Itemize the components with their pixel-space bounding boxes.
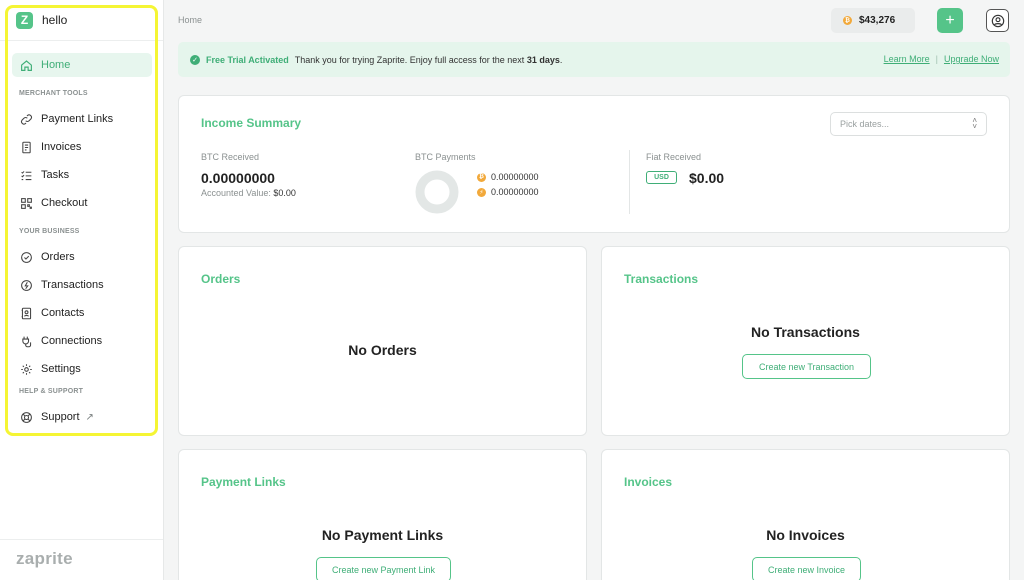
external-link-icon: ↗	[85, 411, 94, 423]
sidebar-item-invoices[interactable]: Invoices	[12, 135, 152, 159]
btc-lightning-value: 0.00000000	[491, 187, 539, 197]
accounted-value: Accounted Value: $0.00	[201, 188, 296, 198]
card-title: Transactions	[624, 272, 699, 286]
plug-icon	[19, 334, 33, 348]
orders-card: Orders No Orders	[178, 246, 587, 436]
sidebar-item-label: Settings	[41, 363, 81, 375]
bitcoin-icon: ₿	[477, 172, 486, 182]
sidebar-item-label: Orders	[41, 251, 75, 263]
sidebar-item-label: Transactions	[41, 279, 104, 291]
create-transaction-button[interactable]: Create new Transaction	[742, 354, 871, 379]
divider	[0, 539, 163, 540]
banner-period: .	[559, 54, 563, 65]
task-list-icon	[19, 168, 33, 182]
section-help-support: HELP & SUPPORT	[19, 388, 84, 395]
empty-state-text: No Invoices	[766, 527, 845, 543]
link-separator: |	[935, 54, 938, 64]
empty-state-text: No Transactions	[751, 324, 860, 340]
transactions-card: Transactions No Transactions Create new …	[601, 246, 1010, 436]
fiat-received-label: Fiat Received	[646, 152, 702, 162]
learn-more-link[interactable]: Learn More	[884, 54, 930, 64]
btc-onchain-row: ₿ 0.00000000	[477, 172, 539, 182]
lightning-circle-icon	[19, 278, 33, 292]
link-icon	[19, 112, 33, 126]
invoice-icon	[19, 140, 33, 154]
btc-received-value: 0.00000000	[201, 170, 275, 186]
sidebar-item-label: Invoices	[41, 141, 82, 153]
sidebar: Z hello Home MERCHANT TOOLS Payment Link…	[0, 0, 164, 580]
date-picker-placeholder: Pick dates...	[840, 119, 890, 129]
sidebar-item-label: Payment Links	[41, 113, 114, 125]
qr-code-icon	[19, 196, 33, 210]
accounted-amount: $0.00	[273, 188, 296, 198]
btc-payments-label: BTC Payments	[415, 152, 476, 162]
empty-state-text: No Orders	[348, 342, 417, 358]
accounted-label: Accounted Value:	[201, 188, 271, 198]
home-icon	[19, 58, 33, 72]
sidebar-item-connections[interactable]: Connections	[12, 329, 152, 353]
sidebar-item-label: Connections	[41, 335, 103, 347]
sidebar-item-orders[interactable]: Orders	[12, 245, 152, 269]
divider	[0, 40, 163, 41]
zaprite-wordmark: zaprite	[16, 549, 73, 568]
workspace-switcher[interactable]: Z hello	[16, 11, 67, 29]
sidebar-item-label: Home	[41, 59, 71, 71]
btc-lightning-row: ⚡ 0.00000000	[477, 187, 539, 197]
add-button[interactable]: +	[937, 8, 963, 33]
banner-days: 31 days	[526, 54, 560, 65]
income-summary-card: Income Summary Pick dates... ˄ ˅ BTC Rece…	[178, 95, 1010, 233]
card-title: Income Summary	[201, 116, 302, 130]
sidebar-item-payment-links[interactable]: Payment Links	[12, 107, 152, 131]
btc-received-label: BTC Received	[201, 152, 260, 162]
sidebar-item-checkout[interactable]: Checkout	[12, 191, 152, 215]
banner-links: Learn More | Upgrade Now	[884, 54, 999, 64]
gear-icon	[19, 362, 33, 376]
contact-book-icon	[19, 306, 33, 320]
user-icon	[991, 14, 1004, 27]
bitcoin-icon: ₿	[843, 16, 852, 25]
card-title: Invoices	[624, 475, 673, 489]
sidebar-item-label: Checkout	[41, 197, 88, 209]
empty-state-text: No Payment Links	[321, 527, 444, 543]
sidebar-item-settings[interactable]: Settings	[12, 357, 152, 381]
fiat-received-value: $0.00	[689, 170, 725, 186]
card-title: Orders	[201, 272, 241, 286]
card-title: Payment Links	[201, 475, 286, 489]
sidebar-item-tasks[interactable]: Tasks	[12, 163, 152, 187]
check-circle-icon: ✓	[190, 54, 200, 65]
section-your-business: YOUR BUSINESS	[19, 228, 80, 235]
currency-badge: USD	[646, 171, 677, 184]
sidebar-item-contacts[interactable]: Contacts	[12, 301, 152, 325]
payment-links-card: Payment Links No Payment Links Create ne…	[178, 449, 587, 580]
btc-price-display[interactable]: ₿ $43,276	[831, 8, 915, 33]
sidebar-item-home[interactable]: Home	[12, 53, 152, 77]
btc-price-value: $43,276	[859, 15, 896, 26]
banner-message: Thank you for trying Zaprite. Enjoy full…	[294, 54, 525, 65]
trial-banner: ✓ Free Trial Activated Thank you for try…	[178, 42, 1010, 77]
sidebar-item-label: Support	[41, 411, 80, 423]
lightning-icon: ⚡	[477, 187, 486, 197]
create-invoice-button[interactable]: Create new Invoice	[752, 557, 861, 580]
chevron-updown-icon: ˄ ˅	[972, 116, 977, 131]
workspace-name: hello	[42, 13, 68, 27]
banner-title: Free Trial Activated	[206, 54, 289, 65]
breadcrumb: Home	[178, 15, 203, 25]
sidebar-item-support[interactable]: Support ↗	[12, 405, 152, 429]
create-payment-link-button[interactable]: Create new Payment Link	[316, 557, 451, 580]
btc-payments-donut	[415, 170, 459, 214]
invoices-card: Invoices No Invoices Create new Invoice	[601, 449, 1010, 580]
btc-onchain-value: 0.00000000	[491, 172, 539, 182]
zaprite-logo-icon: Z	[16, 11, 33, 29]
date-picker[interactable]: Pick dates... ˄ ˅	[830, 112, 987, 136]
sidebar-item-label: Tasks	[41, 169, 70, 181]
divider	[629, 150, 630, 214]
sidebar-item-transactions[interactable]: Transactions	[12, 273, 152, 297]
upgrade-now-link[interactable]: Upgrade Now	[944, 54, 999, 64]
section-merchant-tools: MERCHANT TOOLS	[19, 90, 88, 97]
check-circle-icon	[19, 250, 33, 264]
lifebuoy-icon	[19, 410, 33, 424]
sidebar-item-label: Contacts	[41, 307, 85, 319]
account-button[interactable]	[986, 9, 1009, 32]
